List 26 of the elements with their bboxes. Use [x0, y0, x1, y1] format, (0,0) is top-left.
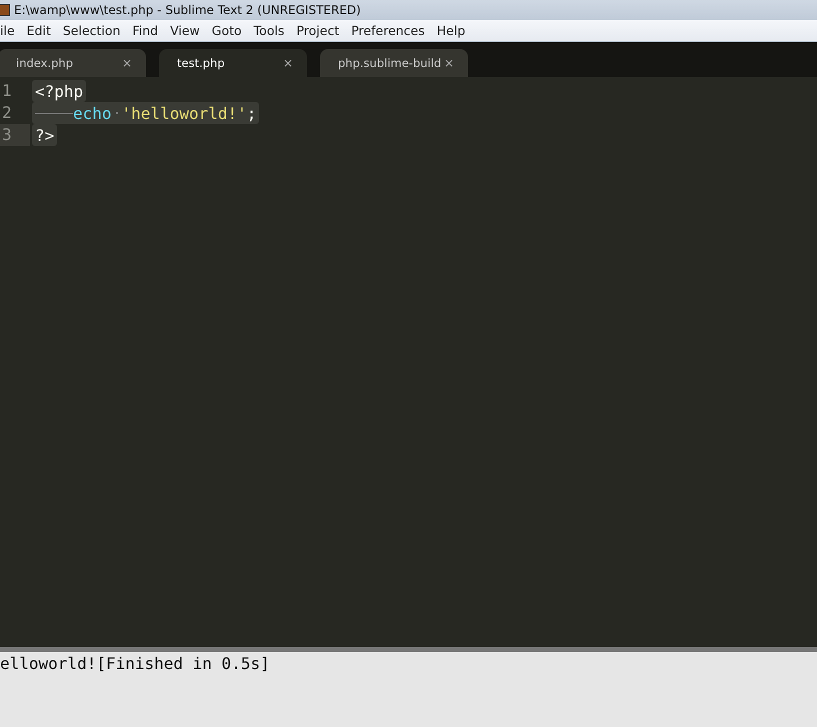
- tab-label: test.php: [177, 56, 225, 70]
- menu-item[interactable]: Tools: [248, 23, 290, 38]
- menu-item[interactable]: Find: [126, 23, 164, 38]
- menu-item[interactable]: Preferences: [345, 23, 431, 38]
- indent-guide: [35, 112, 73, 114]
- app-icon: [0, 4, 10, 16]
- line-number: 2: [1, 102, 13, 124]
- close-icon[interactable]: ×: [122, 56, 132, 70]
- menu-item[interactable]: Help: [430, 23, 472, 38]
- close-icon[interactable]: ×: [282, 56, 293, 70]
- tab[interactable]: test.php ×: [159, 49, 307, 77]
- close-icon[interactable]: ×: [444, 56, 454, 70]
- menu-item[interactable]: ile: [0, 23, 21, 38]
- menu-item[interactable]: Project: [290, 23, 346, 38]
- menu-item[interactable]: Edit: [20, 23, 57, 38]
- line-number: 1: [1, 80, 13, 102]
- tab-label: php.sublime-build: [338, 56, 442, 70]
- window-title: E:\wamp\www\test.php - Sublime Text 2 (UNREGISTERED): [14, 3, 361, 17]
- menu-item[interactable]: Goto: [206, 23, 248, 38]
- menu-item[interactable]: Selection: [56, 23, 126, 38]
- tab[interactable]: index.php ×: [0, 49, 146, 77]
- tab-label: index.php: [16, 56, 74, 70]
- line-number: 3: [0, 124, 30, 146]
- tab[interactable]: php.sublime-build ×: [320, 49, 468, 77]
- output-text: elloworld![Finished in 0.5s]: [0, 653, 271, 673]
- menu-item[interactable]: View: [164, 23, 206, 38]
